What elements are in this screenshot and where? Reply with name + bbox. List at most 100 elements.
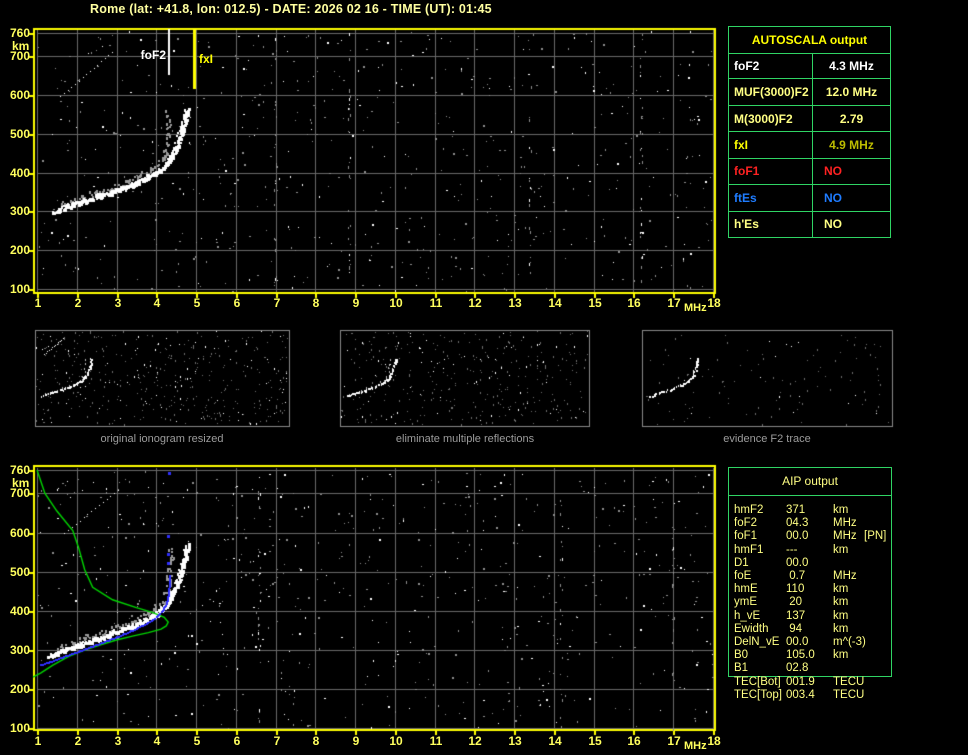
aip-cell: foE xyxy=(734,570,752,582)
autoscala-row-value: NO xyxy=(824,164,842,179)
x-tick-label-bottom: 15 xyxy=(588,734,602,748)
x-tick-label-top: 1 xyxy=(34,296,42,310)
autoscala-row-value: 12.0 MHz xyxy=(825,85,878,100)
panel-caption-evidence: evidence F2 trace xyxy=(723,433,811,445)
aip-cell: ymE xyxy=(734,596,757,609)
autoscala-row-ftEs: ftEs NO xyxy=(729,184,890,211)
x-tick-label-top: 10 xyxy=(389,296,403,310)
aip-table: AIP output hmF2 371 km foF2 04.3 MHz foF1 00.0 M… xyxy=(728,467,892,701)
aip-row-foF1: foF1 00.0 MHz [PN] xyxy=(729,530,899,543)
aip-cell: B1 xyxy=(734,662,749,675)
aip-cell: km xyxy=(833,504,849,516)
aip-cell: 00.0 xyxy=(786,636,809,648)
page-title: Rome (lat: +41.8, lon: 012.5) - DATE: 20… xyxy=(90,2,492,16)
aip-cell: km xyxy=(833,583,849,596)
aip-row-hmF2: hmF2 371 km xyxy=(729,504,899,517)
aip-cell: 94 xyxy=(786,622,802,635)
x-tick-label-top: 2 xyxy=(74,296,82,310)
x-tick-label-bottom: 8 xyxy=(312,734,320,748)
autoscala-table: AUTOSCALA output foF2 4.3 MHz MUF(3000)F2 1… xyxy=(728,26,891,238)
aip-cell: D1 xyxy=(734,556,749,569)
autoscala-row-value: NO xyxy=(824,190,842,205)
autoscala-table-header: AUTOSCALA output xyxy=(729,27,890,54)
x-tick-label-bottom: 11 xyxy=(429,734,443,748)
aip-row-TEC[Bot]: TEC[Bot] 001.9 TECU xyxy=(729,676,899,689)
x-tick-label-bottom: 12 xyxy=(468,734,482,748)
x-tick-label-top: 6 xyxy=(233,296,241,310)
aip-cell: Ewidth xyxy=(734,622,769,635)
aip-cell: 04.3 xyxy=(786,517,809,530)
autoscala-row-value: 4.3 MHz xyxy=(829,58,874,73)
aip-row-h_vE: h_vE 137 km xyxy=(729,610,899,623)
autoscala-row-M(3000)F2: M(3000)F2 2.79 xyxy=(729,104,890,132)
aip-cell: 0.7 xyxy=(786,570,806,582)
aip-cell: foF1 xyxy=(734,530,758,543)
aip-row-B1: B1 02.8 xyxy=(729,662,899,675)
y-tick-label-bottom: 200 xyxy=(9,682,30,696)
aip-row-B0: B0 105.0 km xyxy=(729,649,899,662)
aip-row-hmE: hmE 110 km xyxy=(729,583,899,596)
x-tick-label-bottom: 10 xyxy=(389,734,403,748)
x-tick-label-top: 8 xyxy=(312,296,320,310)
aip-cell: 110 xyxy=(786,583,805,596)
autoscala-row-label: fxI xyxy=(729,132,813,158)
aip-row-DelN_vE: DelN_vE 00.0 m^(-3) xyxy=(729,636,899,649)
aip-cell: B0 xyxy=(734,649,749,662)
y-tick-label-bottom: 400 xyxy=(9,604,30,618)
x-tick-label-bottom: 2 xyxy=(74,734,82,748)
aip-row-foF2: foF2 04.3 MHz xyxy=(729,517,899,530)
x-tick-label-bottom: 14 xyxy=(548,734,562,748)
fxi-marker-label: fxI xyxy=(199,52,214,66)
autoscala-row-label: MUF(3000)F2 xyxy=(729,79,813,105)
aip-cell: MHz xyxy=(833,530,857,543)
y-tick-label-top: 700 xyxy=(9,49,30,63)
aip-cell: m^(-3) xyxy=(833,636,866,648)
y-tick-label-top: 760 xyxy=(9,26,30,40)
x-tick-label-bottom: 17 xyxy=(667,734,681,748)
autoscala-table-rows: foF2 4.3 MHz MUF(3000)F2 12.0 MHz M(3000)F2 2… xyxy=(729,53,890,237)
x-tick-label-bottom: 5 xyxy=(193,734,201,748)
fof2-marker-label: foF2 xyxy=(140,48,166,62)
x-tick-label-top: 17 xyxy=(667,296,681,310)
aip-row-hmF1: hmF1 --- km xyxy=(729,544,899,557)
aip-cell: km xyxy=(833,622,849,635)
x-tick-label-bottom: 7 xyxy=(273,734,281,748)
aip-cell: TEC[Bot] xyxy=(734,675,781,688)
autoscala-row-label: h'Es xyxy=(729,211,813,237)
aip-cell: TECU xyxy=(833,675,865,688)
x-tick-label-top: 11 xyxy=(429,296,443,310)
y-tick-label-bottom: 300 xyxy=(9,643,30,657)
autoscala-row-label: foF1 xyxy=(729,158,813,185)
aip-cell: km xyxy=(833,649,849,662)
y-tick-label-top: 600 xyxy=(9,88,30,102)
autoscala-row-foF1: foF1 NO xyxy=(729,157,890,185)
y-tick-label-top: 500 xyxy=(9,127,30,141)
aip-cell: hmF1 xyxy=(734,543,764,556)
aip-row-Ewidth: Ewidth 94 km xyxy=(729,623,899,636)
autoscala-row-fxI: fxI 4.9 MHz xyxy=(729,131,890,158)
aip-cell: h_vE xyxy=(734,609,761,622)
x-tick-label-top: 14 xyxy=(548,296,562,310)
x-tick-label-top: 15 xyxy=(588,296,602,310)
x-tick-label-top: 3 xyxy=(114,296,122,310)
aip-cell: km xyxy=(833,543,849,556)
x-tick-label-bottom: 6 xyxy=(233,734,241,748)
aip-cell: DelN_vE xyxy=(734,636,780,648)
autoscala-row-MUF(3000)F2: MUF(3000)F2 12.0 MHz xyxy=(729,78,890,105)
x-tick-label-top: 18 xyxy=(707,296,721,310)
aip-cell: hmE xyxy=(734,583,758,596)
x-tick-label-top: 13 xyxy=(508,296,522,310)
aip-cell: MHz xyxy=(833,570,857,582)
aip-row-ymE: ymE 20 km xyxy=(729,596,899,609)
y-tick-label-bottom: 600 xyxy=(9,526,30,540)
aip-cell: --- xyxy=(786,543,798,556)
panel-caption-original: original ionogram resized xyxy=(100,433,224,445)
autoscala-row-value: 4.9 MHz xyxy=(829,137,874,152)
aip-cell: TECU xyxy=(833,688,865,701)
x-tick-label-top: 5 xyxy=(193,296,201,310)
x-tick-label-bottom: 16 xyxy=(627,734,641,748)
aip-cell: [PN] xyxy=(864,530,887,543)
autoscala-row-label: ftEs xyxy=(729,185,813,211)
autoscala-row-value: 2.79 xyxy=(839,111,864,126)
aip-cell: 105.0 xyxy=(786,649,815,662)
